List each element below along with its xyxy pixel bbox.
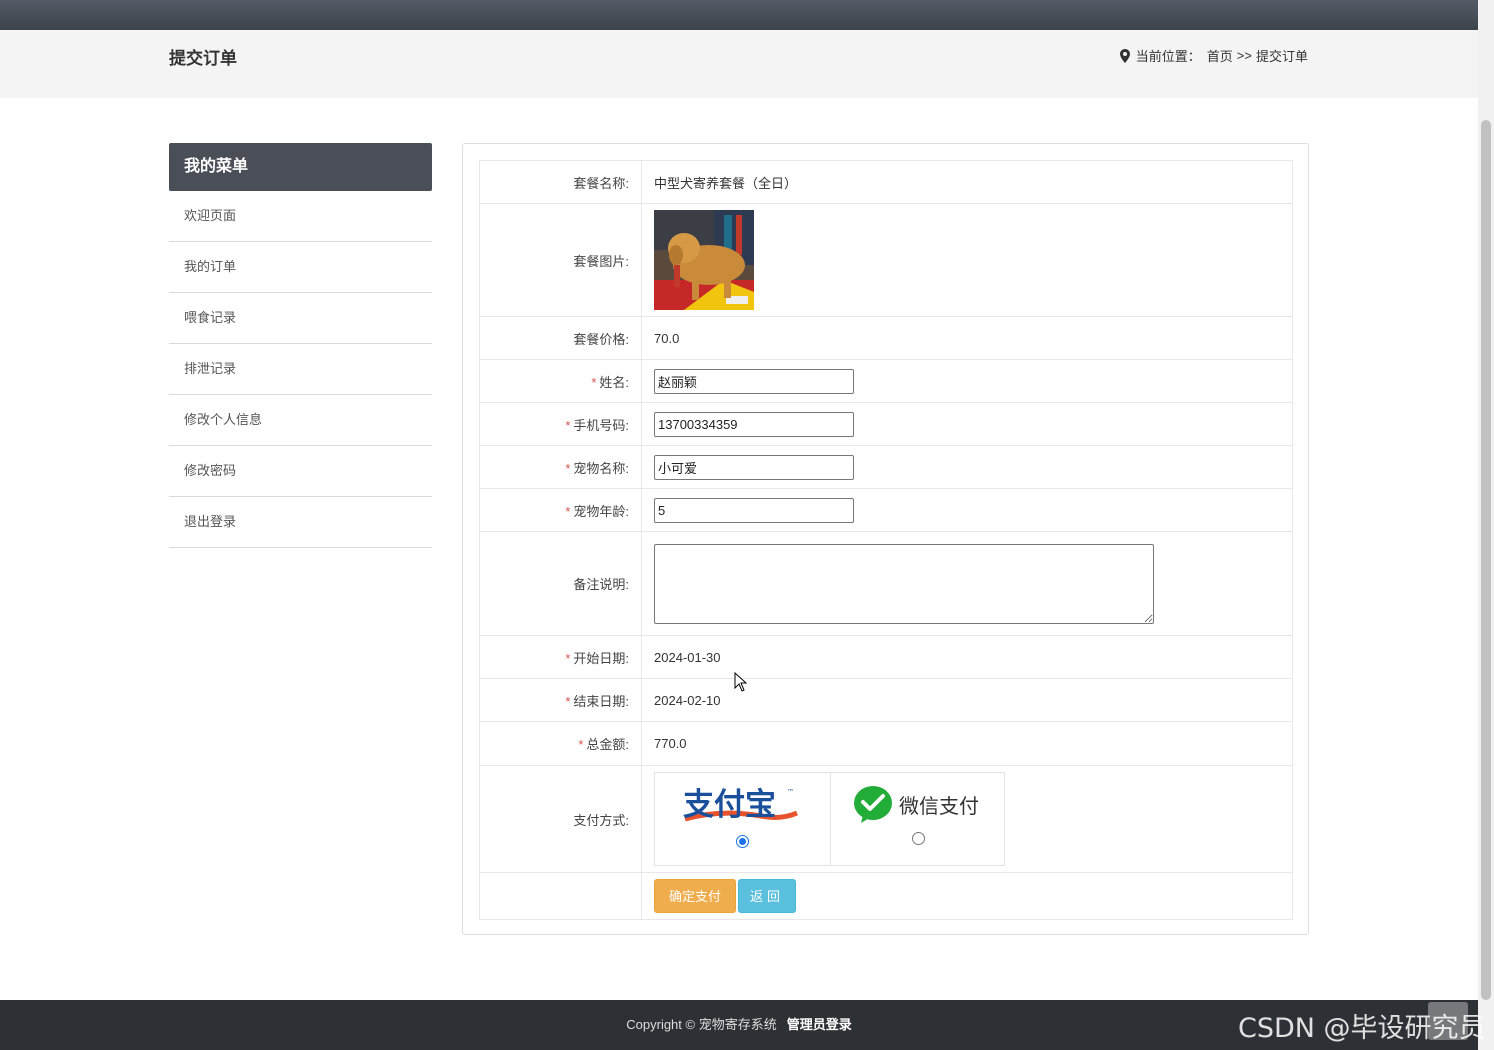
pet-age-input[interactable] xyxy=(654,497,854,523)
row-payment: 支付方式: 支付宝 ™ 微信支付 xyxy=(479,765,1293,873)
mouse-cursor-icon xyxy=(734,672,748,692)
page-title: 提交订单 xyxy=(169,49,237,68)
required-mark: * xyxy=(591,374,597,390)
alipay-logo-text: 支付宝 xyxy=(683,787,776,823)
row-package-name: 套餐名称: 中型犬寄养套餐（全日） xyxy=(479,160,1293,204)
breadcrumb-home-link[interactable]: 首页 xyxy=(1207,46,1233,65)
breadcrumb-prefix: 当前位置： xyxy=(1135,49,1201,64)
phone-input[interactable] xyxy=(654,411,854,437)
package-price-label: 套餐价格: xyxy=(479,316,642,360)
pet-name-input[interactable] xyxy=(654,454,854,480)
row-pet-name: * 宠物名称: xyxy=(479,445,1293,489)
breadcrumb: 当前位置： 首页 >> 提交订单 xyxy=(1119,46,1308,65)
name-input[interactable] xyxy=(654,368,854,394)
page-scrollbar[interactable] xyxy=(1478,0,1494,1050)
payment-options: 支付宝 ™ 微信支付 xyxy=(654,772,1005,866)
sidebar-item-edit-profile[interactable]: 修改个人信息 xyxy=(169,395,432,446)
order-form: 套餐名称: 中型犬寄养套餐（全日） 套餐图片: 套餐价格: 70.0 * 姓名:… xyxy=(479,160,1293,920)
row-package-image: 套餐图片: xyxy=(479,203,1293,317)
name-label: 姓名: xyxy=(599,374,629,390)
alipay-radio[interactable] xyxy=(736,835,749,848)
row-end-date: * 结束日期: 2024-02-10 xyxy=(479,678,1293,722)
watermark: CSDN @毕设研究员 xyxy=(1238,1013,1486,1044)
sidebar-item-excretion-records[interactable]: 排泄记录 xyxy=(169,344,432,395)
required-mark: * xyxy=(565,460,571,476)
required-mark: * xyxy=(565,693,571,709)
end-date-label: 结束日期: xyxy=(573,693,629,709)
wechat-pay-text: 微信支付 xyxy=(899,794,979,818)
row-package-price: 套餐价格: 70.0 xyxy=(479,316,1293,360)
svg-text:™: ™ xyxy=(787,788,794,796)
payment-label: 支付方式: xyxy=(479,765,642,873)
required-mark: * xyxy=(565,503,571,519)
package-name-label: 套餐名称: xyxy=(479,160,642,204)
phone-label: 手机号码: xyxy=(573,417,629,433)
top-bar xyxy=(0,0,1478,30)
row-phone: * 手机号码: xyxy=(479,402,1293,446)
row-start-date: * 开始日期: 2024-01-30 xyxy=(479,635,1293,679)
order-panel: 套餐名称: 中型犬寄养套餐（全日） 套餐图片: 套餐价格: 70.0 * 姓名:… xyxy=(462,143,1309,935)
total-label: 总金额: xyxy=(586,737,629,752)
footer-copyright: Copyright © 宠物寄存系统 xyxy=(626,1017,777,1032)
package-image-label: 套餐图片: xyxy=(479,203,642,317)
sidebar-title: 我的菜单 xyxy=(169,143,432,191)
alipay-logo: 支付宝 ™ xyxy=(683,787,799,823)
back-button[interactable]: 返回 xyxy=(738,879,796,913)
row-pet-age: * 宠物年龄: xyxy=(479,488,1293,532)
total-value: 770.0 xyxy=(641,721,1293,766)
pet-age-label: 宠物年龄: xyxy=(573,503,629,519)
row-remark: 备注说明: xyxy=(479,531,1293,636)
sidebar-item-welcome[interactable]: 欢迎页面 xyxy=(169,191,432,242)
sidebar-item-change-password[interactable]: 修改密码 xyxy=(169,446,432,497)
breadcrumb-separator: >> xyxy=(1236,48,1252,63)
admin-login-link[interactable]: 管理员登录 xyxy=(787,1017,852,1032)
start-date-label: 开始日期: xyxy=(573,650,629,666)
scrollbar-thumb[interactable] xyxy=(1481,120,1491,1000)
remark-textarea[interactable] xyxy=(654,543,1154,624)
breadcrumb-current: 提交订单 xyxy=(1255,49,1308,64)
payment-option-alipay[interactable]: 支付宝 ™ xyxy=(655,773,830,865)
row-total: * 总金额: 770.0 xyxy=(479,721,1293,766)
remark-label: 备注说明: xyxy=(479,531,642,636)
row-actions: 确定支付 返回 xyxy=(479,872,1293,920)
row-name: * 姓名: xyxy=(479,359,1293,403)
sidebar-menu: 我的菜单 欢迎页面 我的订单 喂食记录 排泄记录 修改个人信息 修改密码 退出登… xyxy=(169,143,432,548)
package-name-value: 中型犬寄养套餐（全日） xyxy=(641,160,1293,204)
pet-name-label: 宠物名称: xyxy=(573,460,629,476)
package-image-dog-photo xyxy=(654,210,754,310)
wechat-pay-logo: 微信支付 xyxy=(853,786,979,823)
required-mark: * xyxy=(565,650,571,666)
required-mark: * xyxy=(565,417,571,433)
location-pin-icon xyxy=(1119,48,1130,63)
sidebar-item-feeding-records[interactable]: 喂食记录 xyxy=(169,293,432,344)
sidebar-item-my-orders[interactable]: 我的订单 xyxy=(169,242,432,293)
confirm-pay-button[interactable]: 确定支付 xyxy=(654,879,736,913)
sidebar-item-logout[interactable]: 退出登录 xyxy=(169,497,432,548)
package-price-value: 70.0 xyxy=(641,316,1293,360)
payment-option-wechat[interactable]: 微信支付 xyxy=(829,773,1005,865)
wechat-radio[interactable] xyxy=(911,832,925,845)
required-mark: * xyxy=(578,737,584,752)
